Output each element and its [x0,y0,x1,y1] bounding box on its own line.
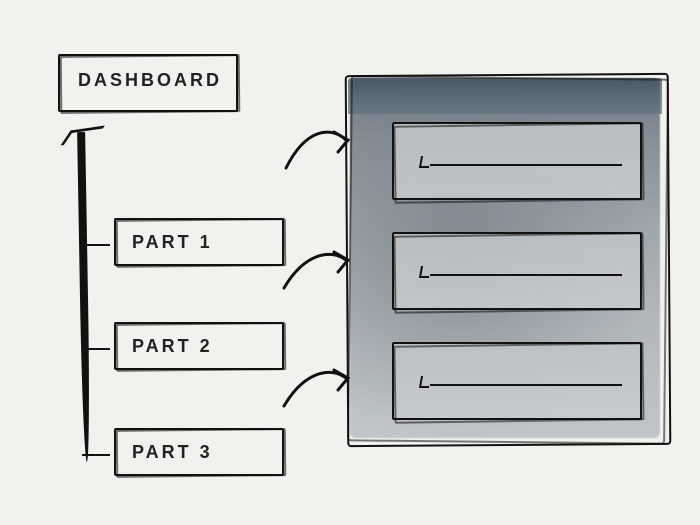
arrow-3 [276,350,356,430]
part-2-label: PART 2 [132,336,213,357]
card-1-glyph [419,156,431,168]
connector-tick-3 [82,454,110,456]
dashboard-title-label: DASHBOARD [78,70,222,91]
card-2-glyph [419,266,431,278]
connector-tick-1 [82,244,110,246]
card-3-glyph [419,376,431,388]
card-1-rule [430,164,622,166]
part-3-label: PART 3 [132,442,213,463]
connector-stem [77,132,91,462]
sketch-canvas: DASHBOARD PART 1 PART 2 PART 3 [0,0,700,525]
arrow-2 [276,230,356,310]
card-3-rule [430,384,622,386]
preview-card-3 [392,342,642,420]
preview-card-1 [392,122,642,200]
preview-card-2 [392,232,642,310]
card-2-rule [430,274,622,276]
part-1-label: PART 1 [132,232,213,253]
arrow-1 [276,108,356,188]
connector-tick-2 [82,348,110,350]
